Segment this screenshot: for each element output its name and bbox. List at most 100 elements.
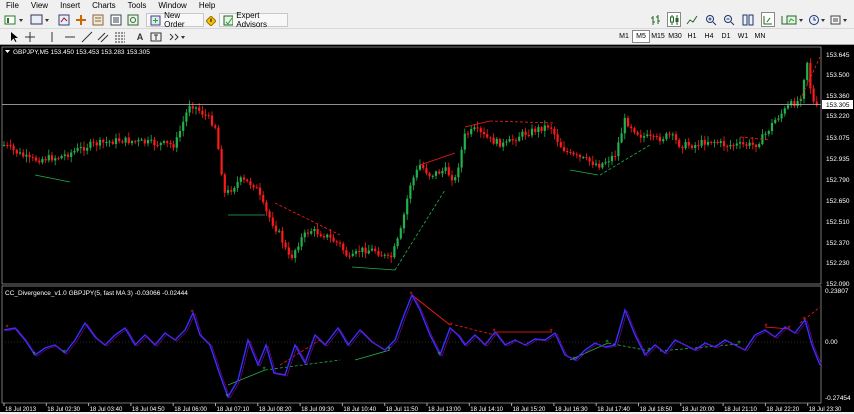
candle-body	[6, 144, 9, 146]
divergence-marker: *	[738, 340, 741, 349]
chart-window[interactable]: * * * * * * * * * * * * * * * * * * * GBPJPY,M5 153.450 15…	[0, 45, 854, 413]
market-watch-icon	[58, 14, 70, 26]
price-label: 152.510	[826, 219, 850, 226]
tf-m15[interactable]: M15	[649, 30, 667, 43]
candle-body	[201, 110, 204, 115]
candle-body	[489, 137, 492, 139]
chart-menu-triangle-icon[interactable]	[5, 50, 10, 53]
candle-body	[390, 255, 393, 258]
candle-body	[284, 242, 287, 248]
candle-body	[374, 248, 377, 252]
candle-body	[524, 131, 527, 135]
text-button[interactable]: A	[135, 30, 145, 44]
label-button[interactable]	[150, 30, 162, 44]
arrows-button[interactable]	[168, 30, 188, 44]
candle-body	[274, 225, 278, 232]
candle-body	[230, 190, 233, 192]
tile-windows-button[interactable]	[742, 13, 754, 27]
line-chart-button[interactable]	[686, 13, 698, 27]
menu-window[interactable]: Window	[152, 1, 192, 10]
candle-body	[406, 198, 409, 215]
crosshair-button[interactable]	[24, 30, 36, 44]
vertical-line-icon	[51, 32, 53, 42]
templates-icon	[830, 15, 847, 25]
candle-body	[265, 202, 268, 212]
candle-body	[54, 158, 57, 161]
tf-m1[interactable]: M1	[615, 30, 633, 43]
autoscroll-button[interactable]	[761, 12, 775, 27]
menu-view[interactable]: View	[25, 1, 54, 10]
candle-body	[332, 237, 335, 242]
crosshair-icon	[25, 32, 35, 42]
navigator-icon	[92, 14, 104, 26]
navigator-button[interactable]	[92, 13, 104, 27]
candle-body	[399, 228, 402, 239]
candle-body	[495, 138, 498, 144]
equidistant-channel-button[interactable]	[97, 30, 109, 44]
indicators-button[interactable]	[786, 13, 806, 27]
menu-insert[interactable]: Insert	[54, 1, 86, 10]
terminal-button[interactable]	[110, 13, 122, 27]
templates-button[interactable]	[830, 13, 850, 27]
zoom-out-button[interactable]	[723, 13, 735, 27]
candle-body	[70, 152, 73, 157]
candle-body	[681, 146, 684, 149]
expert-advisors-button[interactable]: Expert Advisors	[219, 11, 288, 29]
new-order-button[interactable]: New Order	[146, 11, 204, 29]
tf-m5[interactable]: M5	[632, 30, 650, 43]
menu-help[interactable]: Help	[193, 1, 221, 10]
candle-body	[271, 217, 274, 226]
candle-body	[130, 141, 134, 144]
candle-body	[562, 147, 566, 152]
candle-body	[710, 141, 713, 143]
indicator-info: CC_Divergence_v1.0 GBPJPY(5, fast MA 3) …	[5, 290, 188, 297]
periodicity-button[interactable]	[808, 13, 828, 27]
candle-body	[92, 141, 95, 143]
divergence-line	[569, 169, 599, 176]
candle-body	[50, 155, 54, 161]
menu-charts[interactable]: Charts	[86, 1, 122, 10]
candle-body	[569, 151, 572, 153]
candle-body	[425, 168, 428, 174]
new-chart-button[interactable]	[4, 13, 26, 27]
tf-mn[interactable]: MN	[751, 30, 769, 43]
cursor-arrow-icon	[11, 32, 18, 42]
vertical-line-button[interactable]	[48, 30, 56, 44]
text-label-icon	[150, 32, 162, 42]
candle-body	[367, 250, 370, 254]
profiles-button[interactable]	[30, 13, 52, 27]
candle-body	[441, 170, 444, 174]
bar-chart-button[interactable]	[650, 13, 662, 27]
candlestick-chart-button[interactable]	[667, 12, 681, 27]
standard-toolbar: New Order Expert Advisors	[0, 11, 854, 29]
fibonacci-button[interactable]	[114, 30, 126, 44]
menu-tools[interactable]: Tools	[122, 1, 153, 10]
candle-body	[210, 115, 214, 126]
tf-d1[interactable]: D1	[717, 30, 735, 43]
cursor-button[interactable]	[9, 30, 19, 44]
tf-m30[interactable]: M30	[666, 30, 684, 43]
tester-button[interactable]	[127, 13, 139, 27]
tf-w1[interactable]: W1	[734, 30, 752, 43]
trendline-button[interactable]	[81, 30, 93, 44]
divergence-marker: *	[550, 328, 553, 337]
time-label: 18 Jul 20:00	[682, 407, 715, 412]
tester-icon	[127, 14, 139, 26]
tf-h1[interactable]: H1	[683, 30, 701, 43]
candle-body	[214, 125, 217, 128]
divergence-line	[227, 369, 266, 386]
data-window-button[interactable]	[75, 13, 87, 27]
market-watch-button[interactable]	[58, 13, 70, 27]
candle-body	[447, 167, 450, 176]
zoom-in-button[interactable]	[705, 13, 717, 27]
autotrading-warning-icon[interactable]	[206, 14, 216, 28]
candle-body	[642, 136, 646, 138]
tf-h4[interactable]: H4	[700, 30, 718, 43]
candle-body	[473, 127, 476, 130]
candle-body	[418, 164, 422, 170]
price-chart-canvas[interactable]: * * * * * * * * * * * * * * * * * * * GBPJPY,M5 153.450 15…	[0, 45, 854, 413]
candle-body	[700, 139, 703, 146]
horizontal-line-button[interactable]	[64, 30, 76, 44]
candle-body	[386, 254, 390, 256]
menu-file[interactable]: File	[0, 1, 25, 10]
